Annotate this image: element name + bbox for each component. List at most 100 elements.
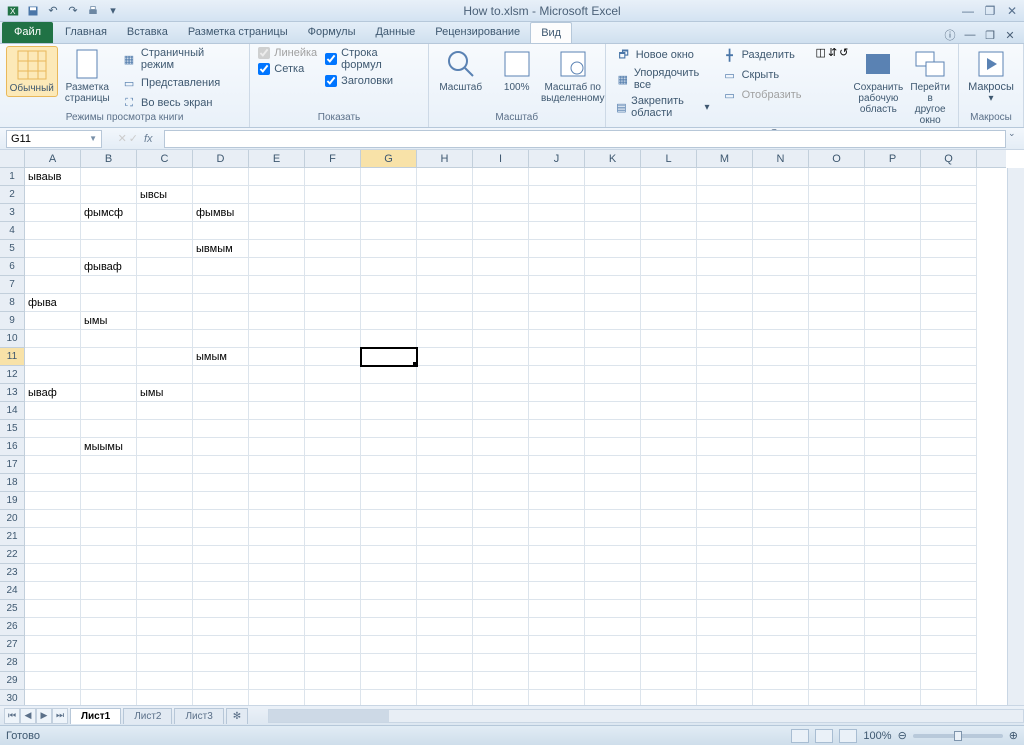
cell-P19[interactable]: [865, 492, 921, 510]
col-header-N[interactable]: N: [753, 150, 809, 167]
cell-C8[interactable]: [137, 294, 193, 312]
close-icon[interactable]: ✕: [1004, 3, 1020, 19]
cell-K10[interactable]: [585, 330, 641, 348]
cell-B21[interactable]: [81, 528, 137, 546]
row-header-20[interactable]: 20: [0, 510, 24, 528]
cell-G6[interactable]: [361, 258, 417, 276]
cell-D11[interactable]: ымым: [193, 348, 249, 366]
cell-E26[interactable]: [249, 618, 305, 636]
cell-Q17[interactable]: [921, 456, 977, 474]
cell-I12[interactable]: [473, 366, 529, 384]
cell-I20[interactable]: [473, 510, 529, 528]
cell-M1[interactable]: [697, 168, 753, 186]
cell-M2[interactable]: [697, 186, 753, 204]
cell-M16[interactable]: [697, 438, 753, 456]
cell-N23[interactable]: [753, 564, 809, 582]
cell-H15[interactable]: [417, 420, 473, 438]
col-header-D[interactable]: D: [193, 150, 249, 167]
cell-P4[interactable]: [865, 222, 921, 240]
minimize-icon[interactable]: ―: [960, 3, 976, 19]
cell-H30[interactable]: [417, 690, 473, 705]
cell-M14[interactable]: [697, 402, 753, 420]
cell-L2[interactable]: [641, 186, 697, 204]
cell-F24[interactable]: [305, 582, 361, 600]
cell-D28[interactable]: [193, 654, 249, 672]
cell-Q18[interactable]: [921, 474, 977, 492]
cell-K26[interactable]: [585, 618, 641, 636]
cell-M11[interactable]: [697, 348, 753, 366]
cell-O16[interactable]: [809, 438, 865, 456]
cell-B23[interactable]: [81, 564, 137, 582]
cell-O26[interactable]: [809, 618, 865, 636]
cell-G20[interactable]: [361, 510, 417, 528]
cell-N19[interactable]: [753, 492, 809, 510]
cell-D14[interactable]: [193, 402, 249, 420]
cell-B4[interactable]: [81, 222, 137, 240]
cell-I8[interactable]: [473, 294, 529, 312]
cell-A21[interactable]: [25, 528, 81, 546]
namebox-dropdown-icon[interactable]: ▼: [89, 134, 97, 143]
row-header-13[interactable]: 13: [0, 384, 24, 402]
cell-B7[interactable]: [81, 276, 137, 294]
row-header-7[interactable]: 7: [0, 276, 24, 294]
cell-N8[interactable]: [753, 294, 809, 312]
cell-J1[interactable]: [529, 168, 585, 186]
zoom-selection-button[interactable]: Масштаб по выделенному: [547, 46, 599, 106]
cell-C19[interactable]: [137, 492, 193, 510]
cell-F26[interactable]: [305, 618, 361, 636]
tab-insert[interactable]: Вставка: [117, 22, 178, 43]
cell-L1[interactable]: [641, 168, 697, 186]
cell-A23[interactable]: [25, 564, 81, 582]
cell-H13[interactable]: [417, 384, 473, 402]
cell-I3[interactable]: [473, 204, 529, 222]
cell-Q9[interactable]: [921, 312, 977, 330]
cell-E19[interactable]: [249, 492, 305, 510]
cell-L8[interactable]: [641, 294, 697, 312]
cell-E22[interactable]: [249, 546, 305, 564]
cell-H10[interactable]: [417, 330, 473, 348]
cell-O14[interactable]: [809, 402, 865, 420]
cell-K8[interactable]: [585, 294, 641, 312]
cell-P22[interactable]: [865, 546, 921, 564]
cell-F1[interactable]: [305, 168, 361, 186]
cell-J11[interactable]: [529, 348, 585, 366]
cell-A16[interactable]: [25, 438, 81, 456]
view-pagebreak-button[interactable]: ▦Страничный режим: [117, 46, 243, 72]
cell-Q15[interactable]: [921, 420, 977, 438]
cell-P20[interactable]: [865, 510, 921, 528]
cell-J29[interactable]: [529, 672, 585, 690]
cell-A28[interactable]: [25, 654, 81, 672]
row-header-18[interactable]: 18: [0, 474, 24, 492]
cell-P11[interactable]: [865, 348, 921, 366]
cell-L21[interactable]: [641, 528, 697, 546]
row-header-15[interactable]: 15: [0, 420, 24, 438]
cell-P2[interactable]: [865, 186, 921, 204]
cell-C21[interactable]: [137, 528, 193, 546]
cell-H7[interactable]: [417, 276, 473, 294]
cell-C7[interactable]: [137, 276, 193, 294]
cell-B19[interactable]: [81, 492, 137, 510]
cell-B8[interactable]: [81, 294, 137, 312]
chk-gridlines[interactable]: Сетка: [256, 62, 319, 76]
cell-G9[interactable]: [361, 312, 417, 330]
cell-O24[interactable]: [809, 582, 865, 600]
cell-J21[interactable]: [529, 528, 585, 546]
cell-O12[interactable]: [809, 366, 865, 384]
cell-J20[interactable]: [529, 510, 585, 528]
cell-F16[interactable]: [305, 438, 361, 456]
cell-Q3[interactable]: [921, 204, 977, 222]
cell-O15[interactable]: [809, 420, 865, 438]
cell-L20[interactable]: [641, 510, 697, 528]
cell-J6[interactable]: [529, 258, 585, 276]
cell-D19[interactable]: [193, 492, 249, 510]
cell-A14[interactable]: [25, 402, 81, 420]
cell-B20[interactable]: [81, 510, 137, 528]
cell-L12[interactable]: [641, 366, 697, 384]
row-header-6[interactable]: 6: [0, 258, 24, 276]
cell-F7[interactable]: [305, 276, 361, 294]
cell-J18[interactable]: [529, 474, 585, 492]
cell-F20[interactable]: [305, 510, 361, 528]
cell-C27[interactable]: [137, 636, 193, 654]
cell-H1[interactable]: [417, 168, 473, 186]
sheet-nav-last-icon[interactable]: ⏭: [52, 708, 68, 724]
